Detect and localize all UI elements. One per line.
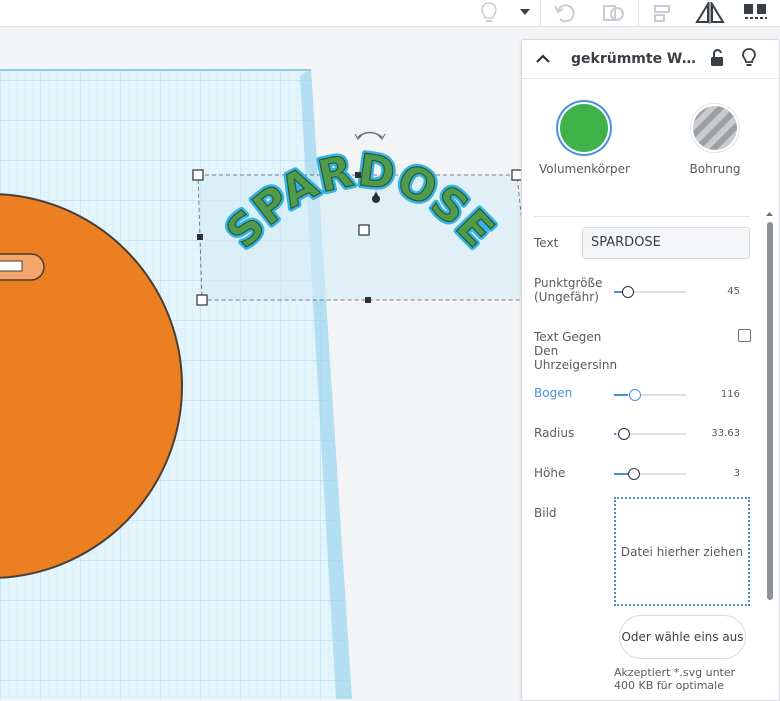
radius-slider[interactable] <box>614 428 686 440</box>
toolbar-divider <box>540 0 541 26</box>
undo-icon[interactable] <box>550 0 580 26</box>
shape-inspector-panel: gekrümmte Wör... Volumenkörper Bohrung T… <box>521 39 780 701</box>
resize-handle[interactable] <box>355 172 361 178</box>
panel-divider <box>534 216 750 217</box>
coin-slot-shape[interactable] <box>0 253 45 281</box>
height-handle[interactable] <box>358 224 370 236</box>
slider-knob[interactable] <box>629 389 641 401</box>
slider-fill <box>614 473 628 475</box>
mirror-icon[interactable] <box>694 0 726 26</box>
radius-label: Radius <box>534 426 575 440</box>
font-size-label: Punktgröße (Ungefähr) <box>534 276 602 304</box>
font-size-value: 45 <box>727 286 740 297</box>
arc-label: Bogen <box>534 386 573 400</box>
align-icon[interactable] <box>648 0 678 26</box>
font-size-label-line: (Ungefähr) <box>534 290 599 304</box>
image-label: Bild <box>534 506 557 520</box>
counterclockwise-label: Text Gegen Den Uhrzeigersinn <box>534 330 617 372</box>
text-label: Text <box>534 236 559 250</box>
resize-handle[interactable] <box>365 297 371 303</box>
height-value: 3 <box>733 468 740 479</box>
text-input[interactable]: SPARDOSE <box>582 227 750 259</box>
hole-option[interactable]: Bohrung <box>670 104 760 176</box>
slider-fill <box>614 433 616 435</box>
height-label: Höhe <box>534 466 566 480</box>
top-toolbar <box>0 0 780 27</box>
counterclockwise-label-line: Text Gegen <box>534 330 602 344</box>
rotate-arrow-icon[interactable] <box>354 131 386 140</box>
font-size-label-line: Punktgröße <box>534 276 603 290</box>
resize-handle[interactable] <box>192 169 204 181</box>
unlock-icon[interactable] <box>706 47 728 69</box>
scrollbar-thumb[interactable] <box>767 222 773 600</box>
group-icon[interactable] <box>740 0 772 26</box>
arc-value: 116 <box>720 389 740 400</box>
toolbar-divider <box>638 0 639 26</box>
slider-fill <box>614 394 628 396</box>
chevron-up-icon[interactable] <box>532 48 554 70</box>
radius-value: 33.63 <box>711 428 740 439</box>
hole-swatch[interactable] <box>691 104 739 152</box>
slider-knob[interactable] <box>622 286 634 298</box>
arc-slider[interactable] <box>614 389 686 401</box>
lightbulb-icon[interactable] <box>738 47 760 69</box>
accepted-file-note: Akzeptiert *.svg unter 400 KB für optima… <box>614 666 736 692</box>
dropzone-text: Datei hierher ziehen <box>620 544 744 559</box>
hole-label: Bohrung <box>689 162 741 176</box>
dropdown-caret-icon[interactable] <box>514 0 536 26</box>
lightbulb-icon[interactable] <box>474 0 504 26</box>
shape-title: gekrümmte Wör... <box>571 51 701 67</box>
slider-fill <box>614 291 622 293</box>
counterclockwise-checkbox[interactable] <box>738 329 751 342</box>
font-size-slider[interactable] <box>614 286 686 298</box>
height-slider[interactable] <box>614 468 686 480</box>
solid-label: Volumenkörper <box>539 162 630 176</box>
inspector-header: gekrümmte Wör... <box>522 40 779 79</box>
solid-color-swatch[interactable] <box>560 104 608 152</box>
duplicate-icon[interactable] <box>598 0 628 26</box>
scroll-up-arrow-icon[interactable] <box>765 210 774 218</box>
image-dropzone[interactable]: Datei hierher ziehen <box>614 497 750 606</box>
solid-option[interactable]: Volumenkörper <box>539 104 630 176</box>
slider-knob[interactable] <box>628 468 640 480</box>
resize-handle[interactable] <box>196 294 208 306</box>
choose-file-button[interactable]: Oder wähle eins aus <box>619 615 746 659</box>
slider-knob[interactable] <box>618 428 630 440</box>
counterclockwise-label-line: Uhrzeigersinn <box>534 358 618 372</box>
counterclockwise-label-line: Den <box>534 344 559 358</box>
panel-scrollbar[interactable] <box>765 210 774 698</box>
resize-handle[interactable] <box>197 234 203 240</box>
